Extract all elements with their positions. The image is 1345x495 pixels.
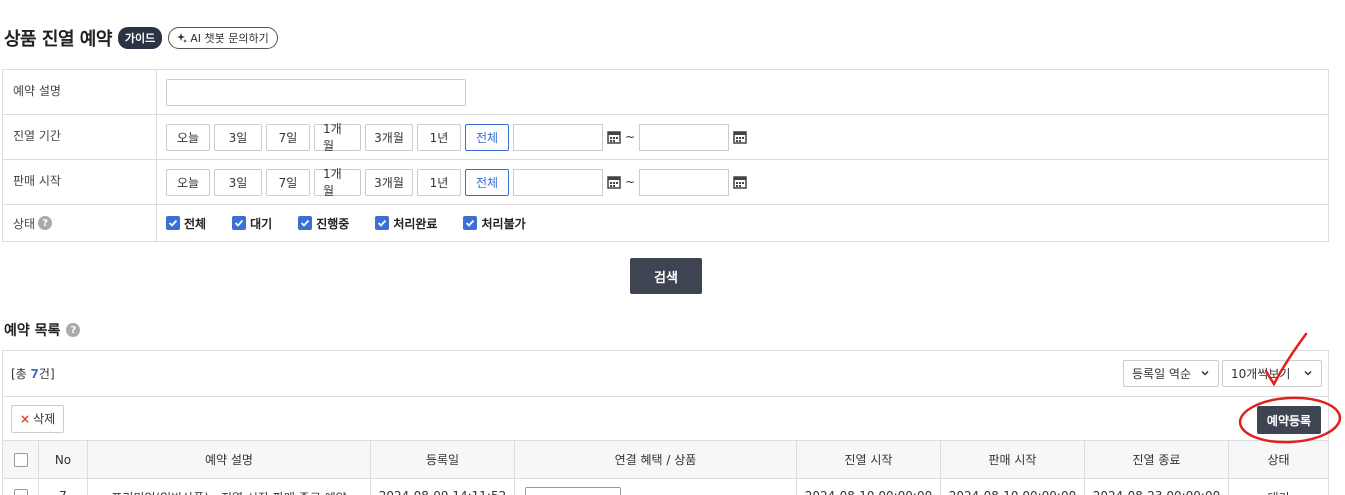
list-header: 예약 목록 ? (4, 320, 81, 340)
period-3months-button[interactable]: 3개월 (365, 168, 413, 196)
row-registered: 2024-08-09 14:11:52 (371, 479, 515, 495)
select-all-checkbox[interactable] (13, 452, 28, 467)
ai-chatbot-label: AI 챗봇 문의하기 (190, 32, 269, 45)
description-input[interactable] (166, 78, 466, 106)
status-checkbox-failed[interactable]: 처리불가 (463, 215, 526, 232)
calendar-icon[interactable] (733, 175, 747, 189)
filter-row-description: 예약 설명 (3, 70, 1328, 115)
delete-button[interactable]: × 삭제 (11, 404, 65, 433)
checkbox-checked-icon[interactable] (166, 216, 180, 230)
column-description[interactable]: 예약 설명 (88, 441, 371, 478)
filter-row-display-period: 진열 기간 오늘 3일 7일 1개월 3개월 1년 전체 ~ (3, 115, 1328, 160)
row-display-end: 2024-08-23 00:00:00 (1085, 479, 1229, 495)
column-no[interactable]: No (39, 441, 88, 478)
search-button[interactable]: 검색 (630, 258, 702, 294)
row-description[interactable]: 프리미엄(일반상품) - 진열 시작 판매 종료 예약 (88, 479, 371, 495)
close-icon: × (20, 411, 31, 426)
page-header: 상품 진열 예약 가이드 AI 챗봇 문의하기 (4, 26, 278, 50)
table-row[interactable]: 7 프리미엄(일반상품) - 진열 시작 판매 종료 예약 2024-08-09… (3, 479, 1328, 495)
display-start-date-input[interactable] (513, 123, 603, 151)
sort-select[interactable]: 등록일 역순 (1123, 360, 1219, 387)
row-display-start: 2024-08-10 00:00:00 (797, 479, 941, 495)
period-all-button[interactable]: 전체 (465, 168, 509, 196)
row-checkbox[interactable] (13, 489, 28, 495)
column-display-start[interactable]: 진열 시작 (797, 441, 941, 478)
reservation-list: [총 7건] 등록일 역순 10개씩보기 × 삭제 예약등록 No 예약 설명 … (2, 350, 1329, 495)
chevron-down-icon (1201, 370, 1209, 376)
list-actions: × 삭제 예약등록 (3, 397, 1328, 441)
chevron-down-icon (1304, 370, 1312, 376)
row-status: 대기 (1229, 479, 1328, 495)
display-end-date-input[interactable] (639, 123, 730, 151)
period-all-button[interactable]: 전체 (465, 123, 509, 151)
date-separator: ~ (625, 175, 636, 189)
filter-row-sale-start: 판매 시작 오늘 3일 7일 1개월 3개월 1년 전체 ~ (3, 160, 1328, 205)
status-checkbox-completed[interactable]: 처리완료 (375, 215, 437, 232)
row-sale-start: 2024-08-10 00:00:00 (941, 479, 1085, 495)
status-checkbox-all[interactable]: 전체 (166, 215, 206, 232)
status-label: 상태 (13, 216, 36, 231)
sparkle-icon (177, 33, 188, 43)
period-1year-button[interactable]: 1년 (417, 168, 461, 196)
ai-chatbot-button[interactable]: AI 챗봇 문의하기 (168, 27, 278, 49)
column-linked-product[interactable]: 연결 혜택 / 상품 (515, 441, 797, 478)
date-separator: ~ (625, 130, 636, 144)
column-sale-start[interactable]: 판매 시작 (941, 441, 1085, 478)
checkbox-checked-icon[interactable] (463, 216, 478, 230)
row-linked-product (515, 479, 797, 495)
sale-end-date-input[interactable] (639, 168, 730, 196)
total-count: 7 (30, 367, 39, 381)
total-count-text: [총 7건] (11, 367, 55, 381)
period-7days-button[interactable]: 7일 (266, 168, 310, 196)
filter-table: 예약 설명 진열 기간 오늘 3일 7일 1개월 3개월 1년 전체 ~ 판매 … (2, 69, 1329, 242)
page-size-select[interactable]: 10개씩보기 (1222, 360, 1322, 387)
status-checkbox-in-progress[interactable]: 진행중 (298, 215, 349, 232)
column-status[interactable]: 상태 (1229, 441, 1328, 478)
sale-start-date-input[interactable] (513, 168, 603, 196)
status-checkbox-waiting[interactable]: 대기 (232, 215, 272, 232)
calendar-icon[interactable] (733, 130, 747, 144)
period-3days-button[interactable]: 3일 (214, 168, 262, 196)
display-period-label: 진열 기간 (3, 115, 157, 159)
calendar-icon[interactable] (607, 175, 621, 189)
row-select-cell (3, 479, 39, 495)
period-today-button[interactable]: 오늘 (166, 168, 210, 196)
guide-badge[interactable]: 가이드 (117, 27, 163, 49)
table-header: No 예약 설명 등록일 연결 혜택 / 상품 진열 시작 판매 시작 진열 종… (3, 441, 1328, 479)
list-title: 예약 목록 (4, 323, 61, 339)
period-1month-button[interactable]: 1개월 (314, 122, 361, 153)
period-today-button[interactable]: 오늘 (166, 123, 210, 151)
filter-row-status: 상태 ? 전체 대기 진행중 처리완료 처리불가 (3, 205, 1328, 241)
period-1year-button[interactable]: 1년 (417, 123, 461, 151)
calendar-icon[interactable] (607, 130, 621, 144)
period-3days-button[interactable]: 3일 (214, 123, 262, 151)
page-title: 상품 진열 예약 (4, 29, 112, 50)
status-label-cell: 상태 ? (3, 205, 157, 241)
list-toolbar: [총 7건] 등록일 역순 10개씩보기 (3, 351, 1328, 397)
checkbox-checked-icon[interactable] (232, 216, 247, 230)
select-all-cell (3, 441, 39, 478)
register-reservation-button[interactable]: 예약등록 (1257, 406, 1321, 434)
linked-product-button[interactable] (525, 487, 621, 495)
description-label: 예약 설명 (3, 70, 157, 114)
checkbox-checked-icon[interactable] (375, 216, 390, 230)
period-7days-button[interactable]: 7일 (266, 123, 310, 151)
column-display-end[interactable]: 진열 종료 (1085, 441, 1229, 478)
row-no: 7 (39, 479, 88, 495)
column-registered[interactable]: 등록일 (371, 441, 515, 478)
period-1month-button[interactable]: 1개월 (314, 167, 361, 198)
checkbox-checked-icon[interactable] (298, 216, 313, 230)
help-icon[interactable]: ? (66, 323, 81, 337)
period-3months-button[interactable]: 3개월 (365, 123, 413, 151)
help-icon[interactable]: ? (38, 216, 53, 230)
sale-start-label: 판매 시작 (3, 160, 157, 204)
